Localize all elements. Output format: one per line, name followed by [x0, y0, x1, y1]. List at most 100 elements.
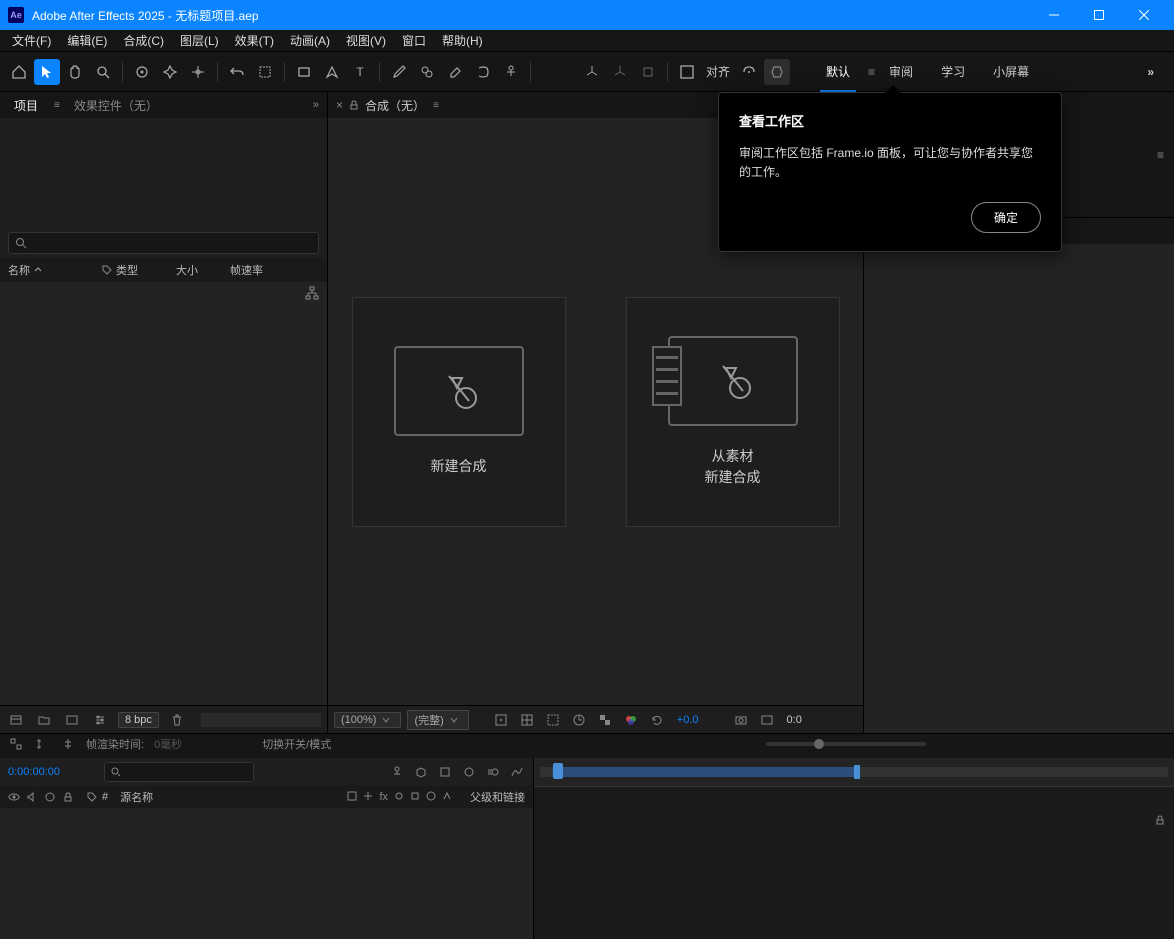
switch7-col-icon[interactable] [442, 791, 452, 801]
menu-file[interactable]: 文件(F) [4, 30, 59, 51]
frame-blend-icon[interactable] [461, 764, 477, 780]
orbit-tool[interactable] [129, 59, 155, 85]
channel-icon[interactable] [621, 710, 641, 730]
comp-tab-close-icon[interactable]: × [336, 98, 343, 112]
text-tool[interactable]: T [347, 59, 373, 85]
puppet-tool[interactable] [498, 59, 524, 85]
time-ruler[interactable] [534, 786, 1174, 808]
workspace-small[interactable]: 小屏幕 [979, 53, 1043, 90]
rectangle-tool[interactable] [291, 59, 317, 85]
anchor-tool[interactable] [185, 59, 211, 85]
snapshot-icon[interactable] [731, 710, 751, 730]
workspace-review[interactable]: 审阅 [875, 53, 927, 90]
motion-blur-icon[interactable] [485, 764, 501, 780]
pen-tool[interactable] [319, 59, 345, 85]
eraser-tool[interactable] [442, 59, 468, 85]
brush-tool[interactable] [386, 59, 412, 85]
project-item-list[interactable] [0, 282, 327, 705]
mask-toggle-icon[interactable] [543, 710, 563, 730]
lock-col-icon[interactable] [62, 791, 74, 803]
timeline-timecode[interactable]: 0:00:00:00 [8, 766, 98, 778]
trash-icon[interactable] [167, 710, 187, 730]
switch6-col-icon[interactable] [426, 791, 436, 801]
3d-axis-local[interactable] [579, 59, 605, 85]
new-comp-from-footage-card[interactable]: 从素材新建合成 [626, 297, 840, 527]
time-navigator[interactable] [540, 767, 1168, 777]
menu-edit[interactable]: 编辑(E) [59, 30, 115, 51]
workspace-default[interactable]: 默认 [812, 53, 864, 90]
project-tab-menu-icon[interactable]: ≡ [54, 100, 60, 111]
comp-mini-flow-icon[interactable] [389, 764, 405, 780]
zoom-tool[interactable] [90, 59, 116, 85]
work-area-end[interactable] [854, 765, 860, 779]
project-tab[interactable]: 项目 [8, 93, 44, 118]
menu-help[interactable]: 帮助(H) [434, 30, 491, 51]
new-composition-card[interactable]: 新建合成 [352, 297, 566, 527]
switch2-col-icon[interactable] [363, 791, 373, 801]
undo-tool[interactable] [224, 59, 250, 85]
timeline-layer-list[interactable] [0, 808, 533, 939]
switch5-col-icon[interactable] [410, 791, 420, 801]
magnification-select[interactable]: (100%) [334, 712, 401, 728]
minimize-button[interactable] [1031, 0, 1076, 30]
project-search[interactable] [8, 232, 319, 254]
time-icon[interactable] [569, 710, 589, 730]
pan-behind-tool[interactable] [157, 59, 183, 85]
new-comp-icon[interactable] [62, 710, 82, 730]
resolution-select[interactable]: (完整) [407, 710, 468, 730]
home-tool[interactable] [6, 59, 32, 85]
extra-tool[interactable] [764, 59, 790, 85]
new-folder-icon[interactable] [34, 710, 54, 730]
workspace-learn[interactable]: 学习 [927, 53, 979, 90]
lock-icon[interactable] [349, 100, 359, 110]
eye-icon[interactable] [8, 791, 20, 803]
snapping-options[interactable] [736, 59, 762, 85]
menu-layer[interactable]: 图层(L) [172, 30, 227, 51]
right-panel-menu-icon[interactable]: ≡ [1157, 148, 1164, 162]
workspace-more[interactable]: » [1133, 65, 1168, 79]
toggle-switches-label[interactable]: 切换开关/模式 [262, 736, 331, 752]
menu-animation[interactable]: 动画(A) [282, 30, 338, 51]
zoom-slider[interactable] [766, 742, 926, 746]
switch4-col-icon[interactable] [394, 791, 404, 801]
transparency-icon[interactable] [595, 710, 615, 730]
bpc-button[interactable]: 8 bpc [118, 712, 159, 728]
menu-composition[interactable]: 合成(C) [115, 30, 172, 51]
interpret-footage-icon[interactable] [6, 710, 26, 730]
switch-col-icon[interactable] [347, 791, 357, 801]
maximize-button[interactable] [1076, 0, 1121, 30]
timeline-lock-icon[interactable] [1154, 814, 1166, 826]
draft3d-icon[interactable] [413, 764, 429, 780]
mask-tool[interactable] [252, 59, 278, 85]
3d-axis-world[interactable] [607, 59, 633, 85]
reset-exposure-icon[interactable] [647, 710, 667, 730]
graph-editor-icon[interactable] [509, 764, 525, 780]
label-col-icon[interactable] [86, 791, 98, 803]
audio-icon[interactable] [26, 791, 38, 803]
col-type-label[interactable]: 类型 [116, 262, 138, 278]
exposure-value[interactable]: +0.0 [677, 714, 699, 726]
expand-icon[interactable] [34, 736, 50, 752]
effect-controls-tab[interactable]: 效果控件（无） [68, 93, 164, 118]
source-name-col-header[interactable]: 源名称 [120, 789, 153, 805]
snap-toggle[interactable] [674, 59, 700, 85]
roto-tool[interactable] [470, 59, 496, 85]
col-size-label[interactable]: 大小 [176, 262, 216, 278]
solo-icon[interactable] [44, 791, 56, 803]
menu-window[interactable]: 窗口 [394, 30, 434, 51]
grid-icon[interactable] [491, 710, 511, 730]
guides-icon[interactable] [517, 710, 537, 730]
tooltip-ok-button[interactable]: 确定 [971, 202, 1041, 233]
timeline-track-area[interactable] [534, 808, 1174, 939]
selection-tool[interactable] [34, 59, 60, 85]
timeline-search[interactable] [104, 762, 254, 782]
parent-link-col-header[interactable]: 父级和链接 [470, 789, 525, 805]
panel-overflow-icon[interactable]: » [313, 99, 319, 111]
settings-icon[interactable] [90, 710, 110, 730]
workspace-menu-icon[interactable]: ≡ [868, 65, 875, 79]
playhead[interactable] [553, 763, 563, 779]
shy-icon[interactable] [437, 764, 453, 780]
col-name-label[interactable]: 名称 [8, 262, 30, 278]
menu-effect[interactable]: 效果(T) [227, 30, 282, 51]
hand-tool[interactable] [62, 59, 88, 85]
